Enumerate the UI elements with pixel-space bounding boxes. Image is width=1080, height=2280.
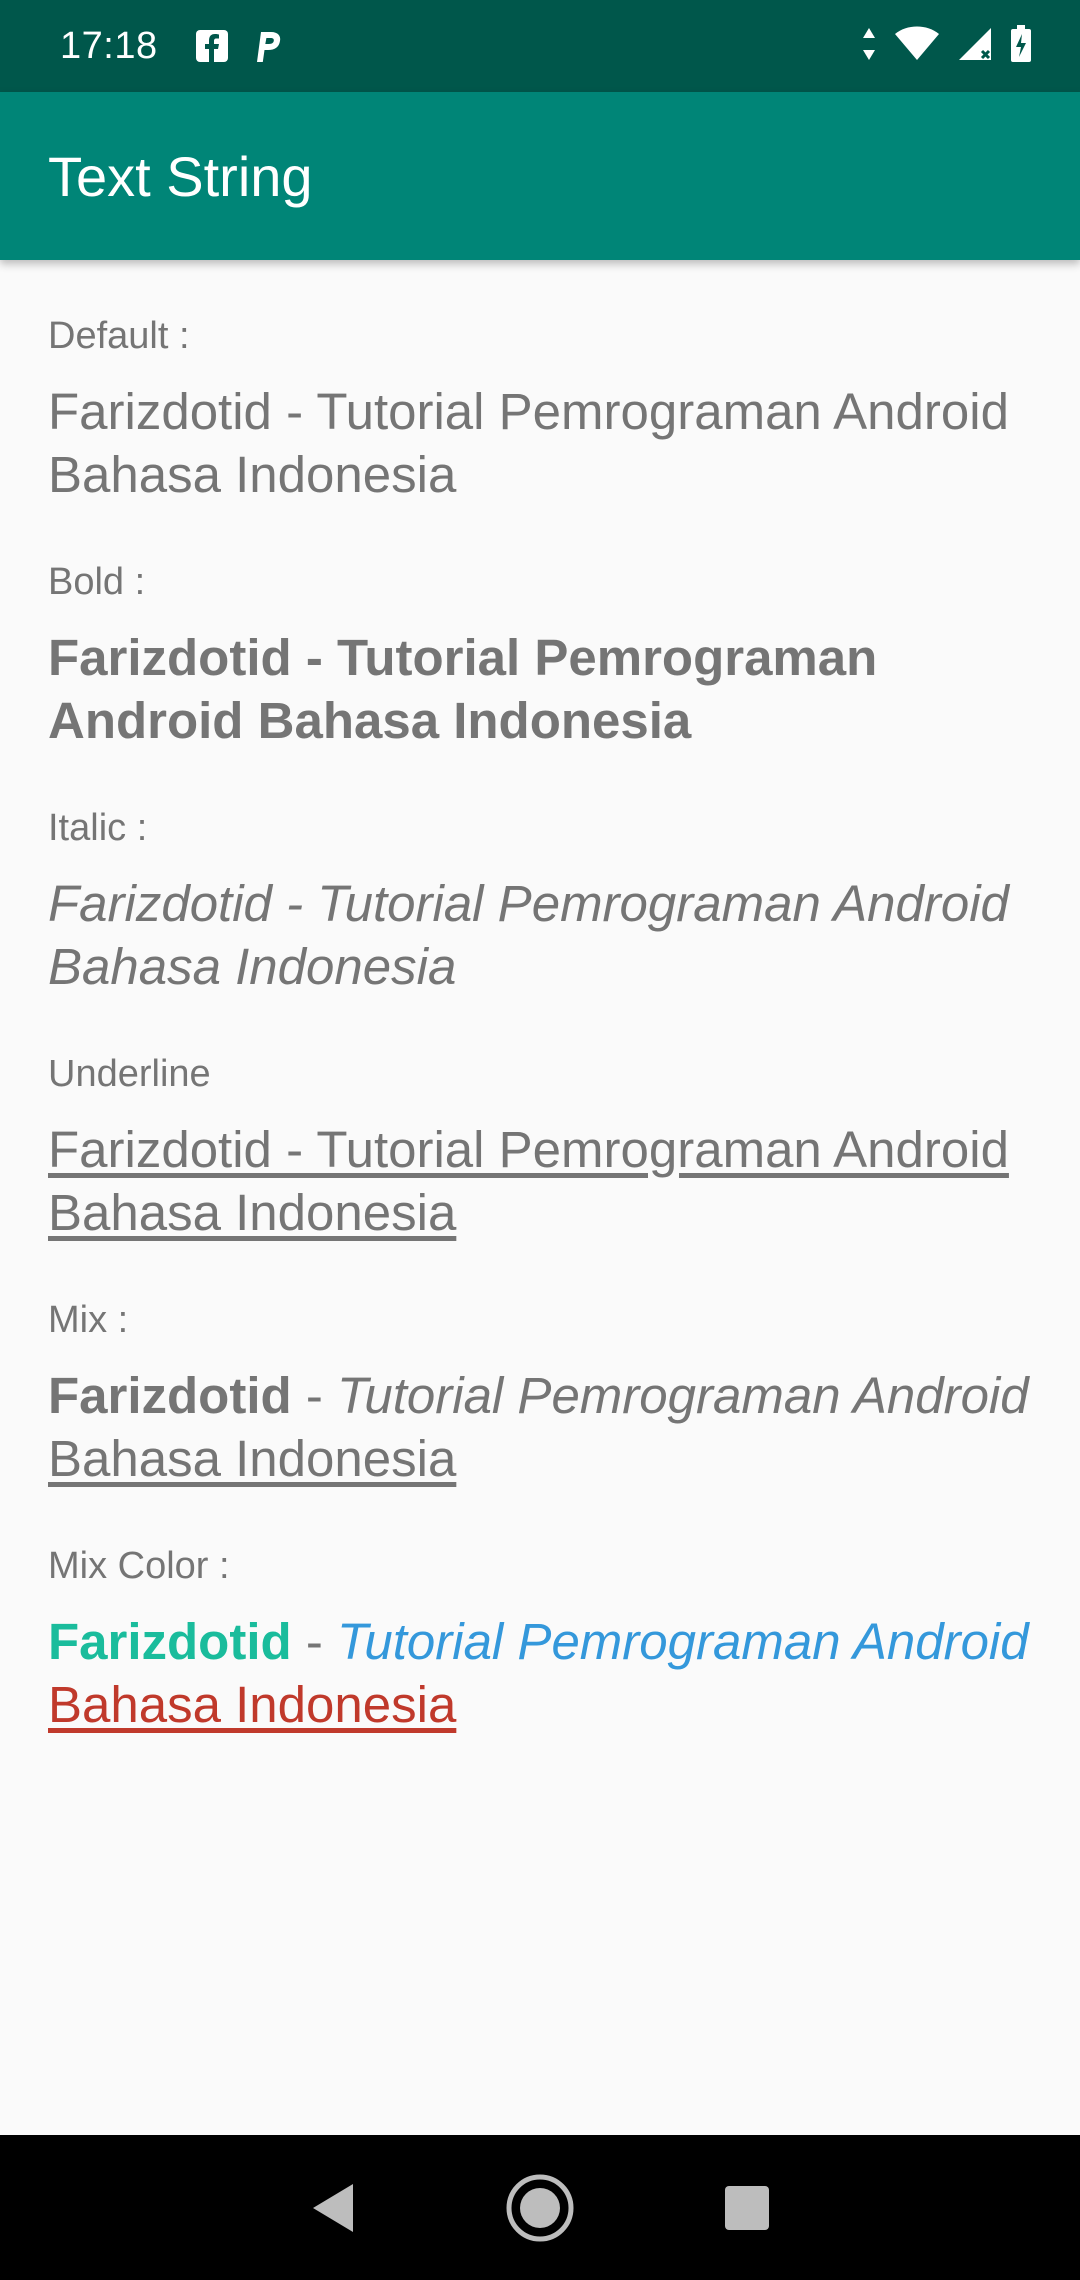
content: Default : Farizdotid - Tutorial Pemrogra… [48, 260, 1032, 1736]
app-title: Text String [48, 144, 313, 208]
recents-icon[interactable] [707, 2168, 787, 2248]
mix-separator: - [291, 1367, 337, 1424]
label-mix: Mix : [48, 1299, 129, 1341]
section-mix: Mix : Farizdotid - Tutorial Pemrograman … [48, 1296, 1032, 1490]
navigation-bar [0, 2135, 1080, 2280]
mix-color-italic-part: Tutorial Pemrograman Android [336, 1613, 1029, 1670]
signal-icon [958, 27, 992, 66]
mix-italic-part: Tutorial Pemrograman Android [336, 1367, 1029, 1424]
mix-bold-part: Farizdotid [48, 1367, 292, 1424]
section-italic: Italic : Farizdotid - Tutorial Pemrogram… [48, 804, 1032, 998]
label-underline: Underline [48, 1053, 211, 1095]
label-bold: Bold : [48, 561, 146, 603]
mix-color-underline-part: Bahasa Indonesia [48, 1676, 457, 1733]
label-italic: Italic : [48, 807, 148, 849]
facebook-notification-icon [194, 28, 230, 64]
text-bold: Farizdotid - Tutorial Pemrograman Androi… [48, 629, 878, 749]
label-mix-color: Mix Color : [48, 1545, 230, 1587]
text-mix-color: Farizdotid - Tutorial Pemrograman Androi… [48, 1610, 1032, 1736]
section-bold: Bold : Farizdotid - Tutorial Pemrograman… [48, 558, 1032, 752]
parking-notification-icon [250, 28, 286, 64]
mix-underline-part: Bahasa Indonesia [48, 1430, 457, 1487]
section-default: Default : Farizdotid - Tutorial Pemrogra… [48, 312, 1032, 506]
app-bar: Text String [0, 92, 1080, 260]
text-underline: Farizdotid - Tutorial Pemrograman Androi… [48, 1121, 1009, 1241]
battery-charging-icon [1010, 24, 1032, 68]
wifi-icon [894, 26, 940, 67]
text-italic: Farizdotid - Tutorial Pemrograman Androi… [48, 875, 1009, 995]
status-time: 17:18 [60, 24, 158, 67]
status-bar: 17:18 [0, 0, 1080, 92]
section-underline: Underline Farizdotid - Tutorial Pemrogra… [48, 1050, 1032, 1244]
back-icon[interactable] [293, 2168, 373, 2248]
data-arrows-icon [862, 26, 876, 67]
label-default: Default : [48, 315, 190, 357]
text-mix: Farizdotid - Tutorial Pemrograman Androi… [48, 1364, 1032, 1490]
home-icon[interactable] [500, 2168, 580, 2248]
text-default: Farizdotid - Tutorial Pemrograman Androi… [48, 383, 1009, 503]
section-mix-color: Mix Color : Farizdotid - Tutorial Pemrog… [48, 1542, 1032, 1736]
mix-color-separator: - [291, 1613, 337, 1670]
mix-color-bold-part: Farizdotid [48, 1613, 292, 1670]
